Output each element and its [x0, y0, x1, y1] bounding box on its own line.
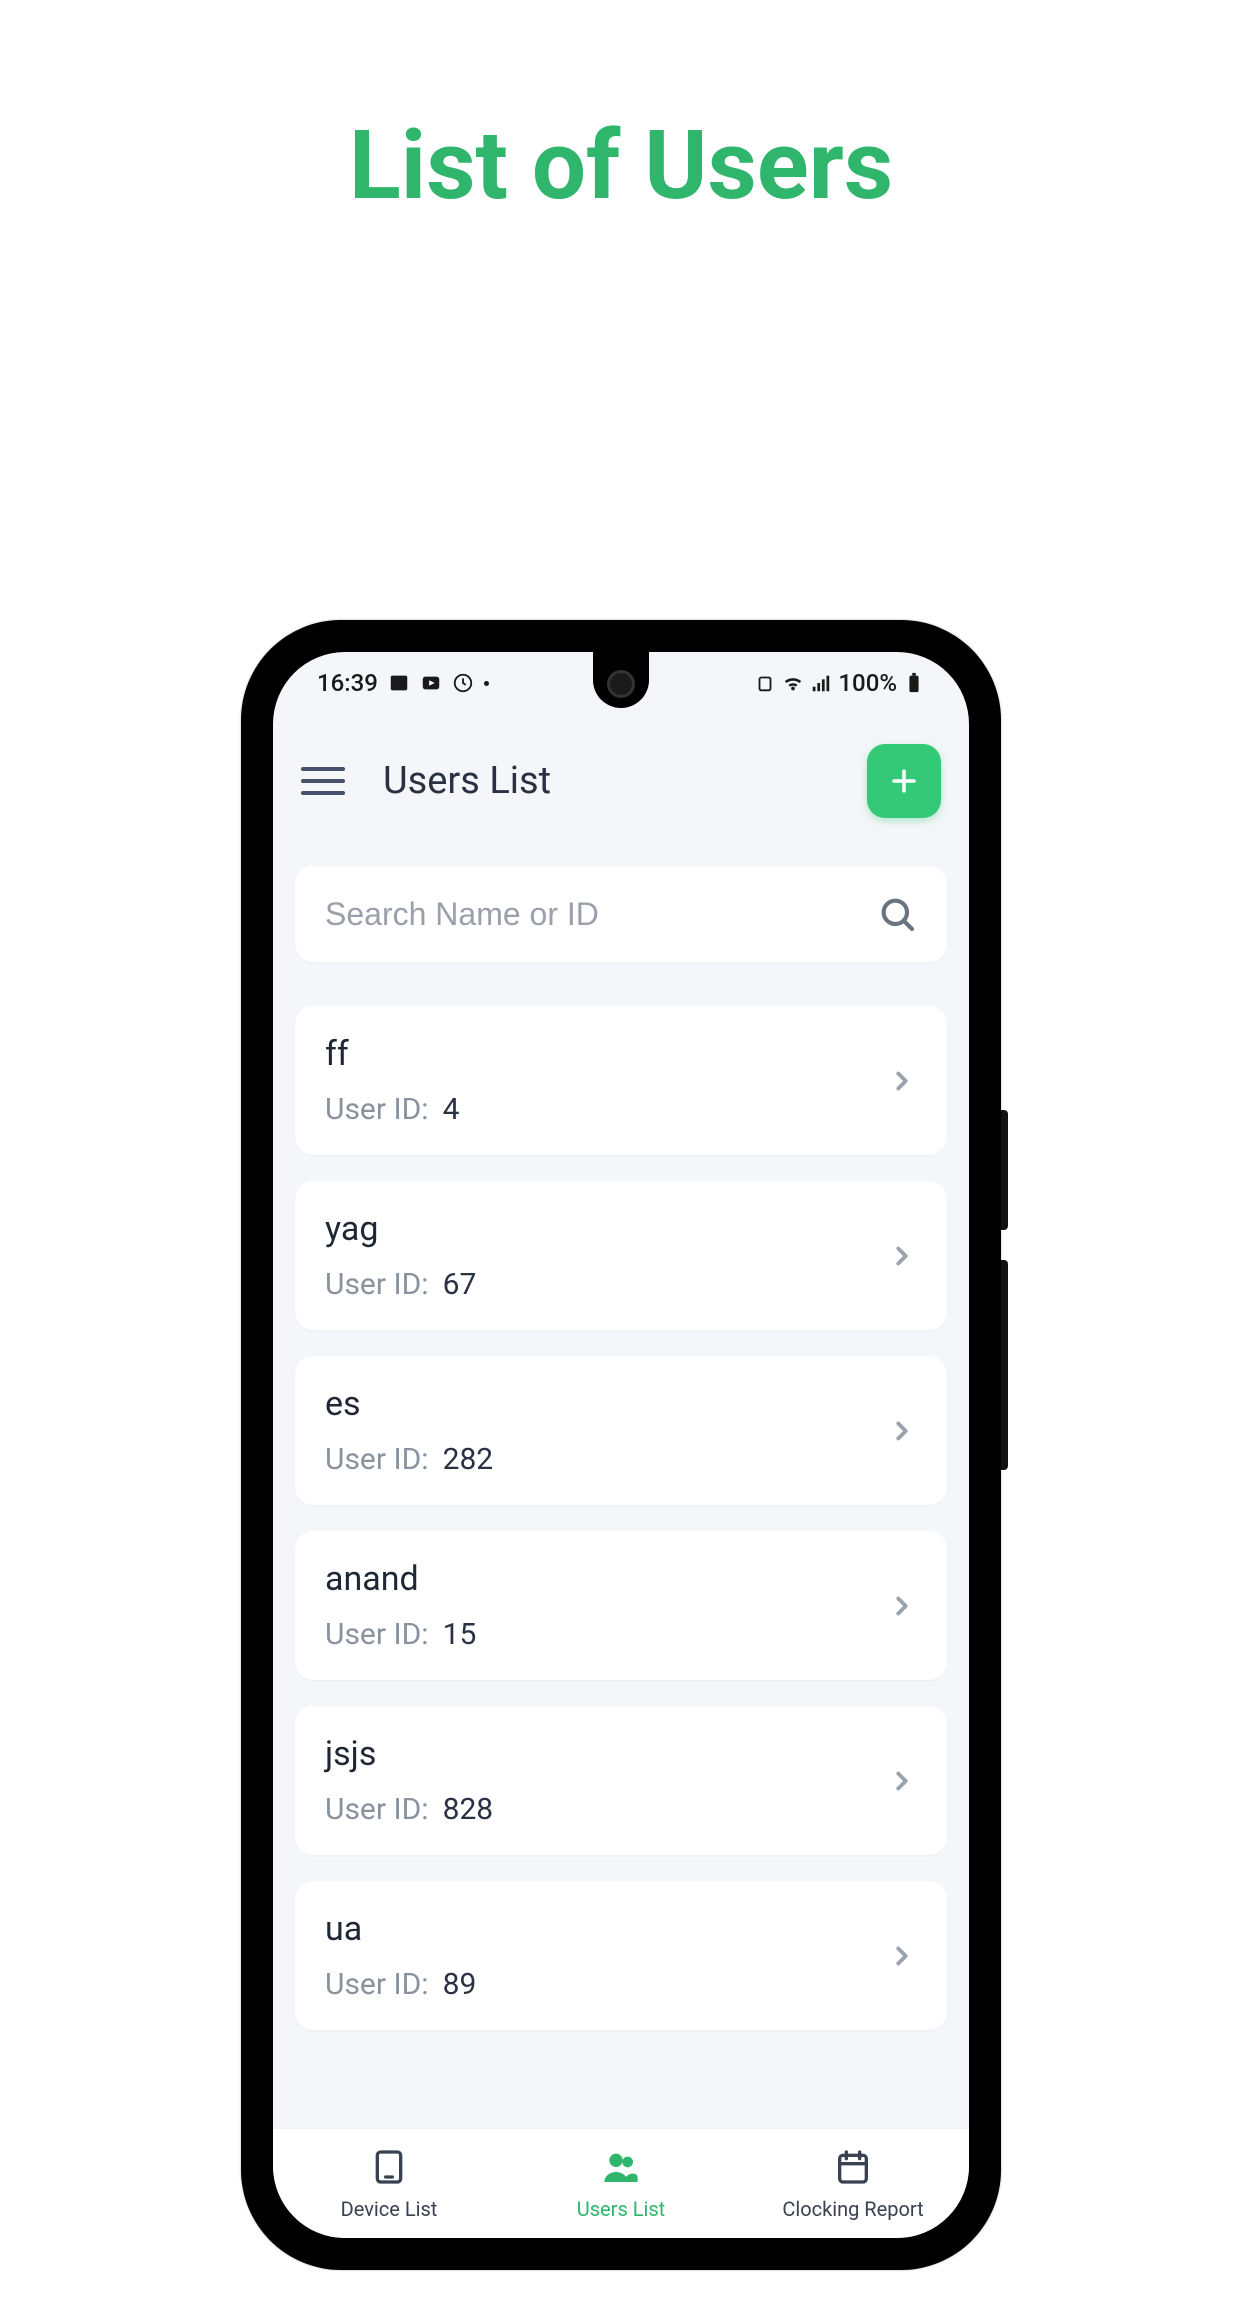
calendar-icon	[833, 2147, 873, 2191]
battery-icon	[903, 672, 925, 694]
phone-mockup: 16:39	[241, 620, 1001, 2270]
nav-label: Device List	[341, 2197, 438, 2221]
add-user-button[interactable]	[867, 744, 941, 818]
chevron-right-icon	[887, 1766, 917, 1796]
status-dot	[484, 681, 489, 686]
menu-button[interactable]	[301, 759, 345, 803]
sync-icon	[452, 672, 474, 694]
user-name: ff	[325, 1034, 887, 1074]
alarm-icon	[754, 672, 776, 694]
signal-icon	[810, 672, 832, 694]
user-card[interactable]: jsjs User ID: 828	[295, 1706, 947, 1855]
chevron-right-icon	[887, 1591, 917, 1621]
video-icon	[420, 672, 442, 694]
user-card[interactable]: es User ID: 282	[295, 1356, 947, 1505]
nav-label: Clocking Report	[782, 2197, 923, 2221]
nav-label: Users List	[577, 2197, 665, 2221]
chevron-right-icon	[887, 1941, 917, 1971]
nav-item-device-list[interactable]: Device List	[273, 2129, 505, 2238]
app-header: Users List	[273, 714, 969, 848]
tablet-icon	[369, 2147, 409, 2191]
nav-item-clocking-report[interactable]: Clocking Report	[737, 2129, 969, 2238]
user-id-value: 67	[443, 1267, 477, 1302]
users-icon	[601, 2147, 641, 2191]
search-bar	[295, 866, 947, 962]
users-list: ff User ID: 4 yag User ID: 67 es User ID…	[273, 1006, 969, 2128]
user-id-label: User ID:	[325, 1267, 429, 1302]
search-icon[interactable]	[877, 894, 917, 934]
user-id-value: 15	[443, 1617, 477, 1652]
phone-side-button	[1001, 1110, 1008, 1230]
search-input[interactable]	[325, 896, 877, 933]
chevron-right-icon	[887, 1066, 917, 1096]
user-id-value: 89	[443, 1967, 477, 2002]
battery-text: 100%	[838, 669, 897, 697]
bottom-nav: Device List Users List Clocking Report	[273, 2128, 969, 2238]
status-time: 16:39	[317, 669, 378, 697]
user-id-label: User ID:	[325, 1967, 429, 2002]
user-name: anand	[325, 1559, 887, 1599]
chevron-right-icon	[887, 1416, 917, 1446]
user-name: es	[325, 1384, 887, 1424]
user-id-label: User ID:	[325, 1617, 429, 1652]
user-id-value: 282	[443, 1442, 494, 1477]
user-name: yag	[325, 1209, 887, 1249]
user-card[interactable]: anand User ID: 15	[295, 1531, 947, 1680]
image-icon	[388, 672, 410, 694]
user-card[interactable]: ua User ID: 89	[295, 1881, 947, 2030]
user-id-label: User ID:	[325, 1092, 429, 1127]
page-title: List of Users	[0, 110, 1242, 222]
user-id-label: User ID:	[325, 1792, 429, 1827]
chevron-right-icon	[887, 1241, 917, 1271]
user-id-label: User ID:	[325, 1442, 429, 1477]
phone-side-button	[1001, 1260, 1008, 1470]
plus-icon	[887, 764, 921, 798]
user-name: ua	[325, 1909, 887, 1949]
user-id-value: 4	[443, 1092, 460, 1127]
user-id-value: 828	[443, 1792, 494, 1827]
user-name: jsjs	[325, 1734, 887, 1774]
user-card[interactable]: yag User ID: 67	[295, 1181, 947, 1330]
nav-item-users-list[interactable]: Users List	[505, 2129, 737, 2238]
user-card[interactable]: ff User ID: 4	[295, 1006, 947, 1155]
header-title: Users List	[383, 759, 867, 803]
phone-notch	[593, 652, 649, 708]
wifi-icon	[782, 672, 804, 694]
